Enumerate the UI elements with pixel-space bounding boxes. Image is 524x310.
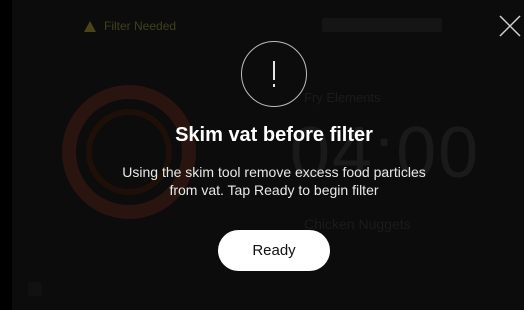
- exclamation-dot: [273, 84, 275, 87]
- warning-icon: [84, 20, 96, 32]
- modal-message: Using the skim tool remove excess food p…: [0, 163, 524, 199]
- modal-title: Skim vat before filter: [175, 124, 373, 146]
- alert-icon: [241, 41, 307, 107]
- header-status: Filter Needed: [104, 19, 177, 33]
- exclamation-bar: [273, 61, 275, 80]
- background-mode-label: Fry Elements: [304, 90, 381, 105]
- close-icon[interactable]: [498, 14, 522, 38]
- background-header: Filter Needed: [12, 10, 512, 42]
- ready-button[interactable]: Ready: [218, 230, 330, 271]
- background-product-label: Chicken Nuggets: [304, 216, 411, 232]
- modal-message-line-2: from vat. Tap Ready to begin filter: [169, 182, 379, 198]
- corner-icon: [28, 282, 42, 296]
- header-right-area: [322, 18, 442, 32]
- modal-message-line-1: Using the skim tool remove excess food p…: [122, 164, 426, 180]
